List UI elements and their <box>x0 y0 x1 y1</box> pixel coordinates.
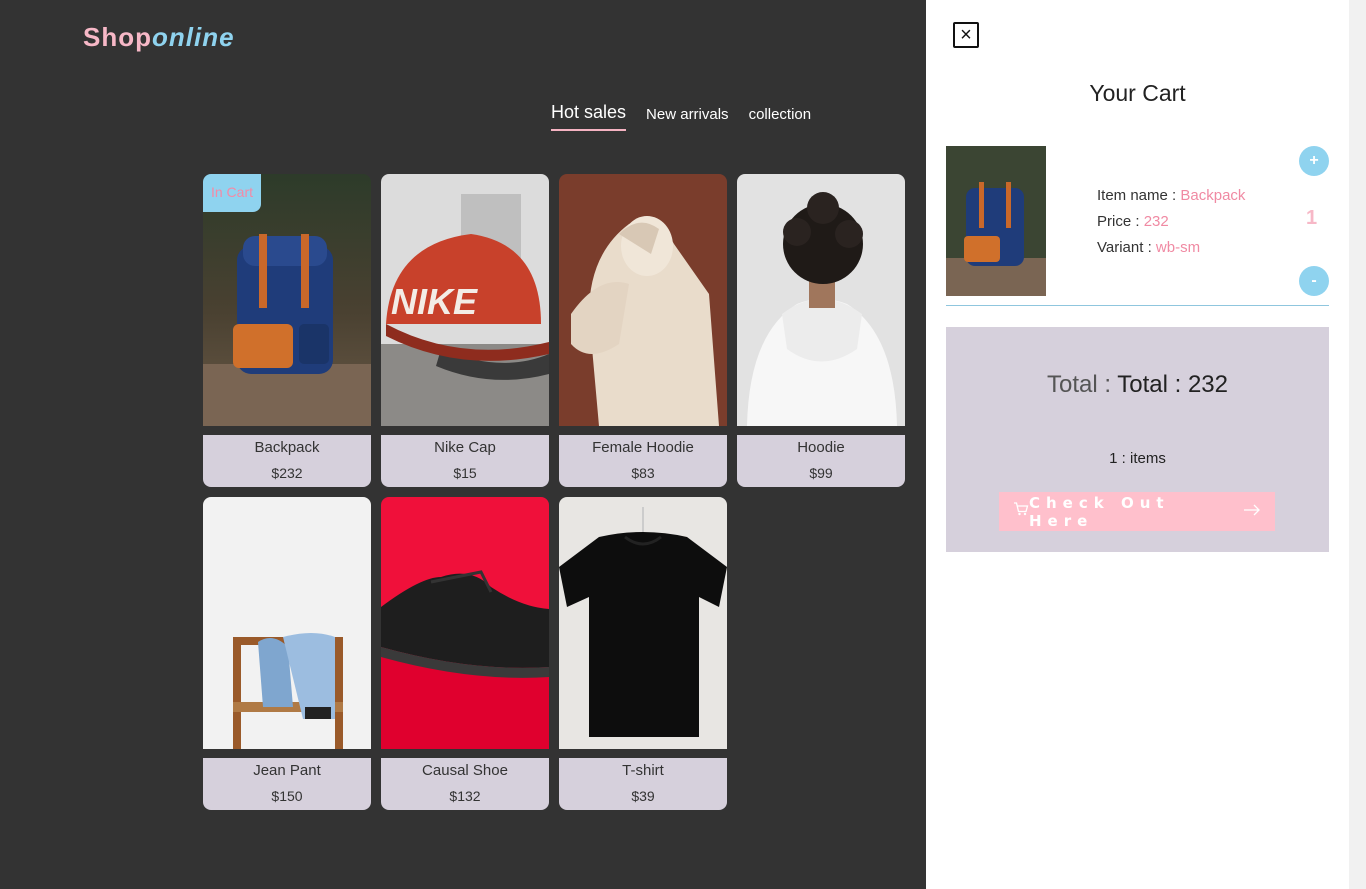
product-name: T-shirt <box>622 762 664 779</box>
cart-item-price-row: Price : 232 <box>1097 209 1245 235</box>
product-image <box>559 497 727 749</box>
cart-icon <box>1013 501 1029 522</box>
cart-item-image <box>946 146 1046 296</box>
product-info: Jean Pant $150 <box>203 758 371 810</box>
product-price: $232 <box>271 465 303 481</box>
product-name: Jean Pant <box>253 762 321 779</box>
divider <box>946 305 1329 306</box>
cart-item-details: Item name : Backpack Price : 232 Variant… <box>1097 183 1245 261</box>
total-value: Total : 232 <box>1117 371 1228 398</box>
product-price: $132 <box>449 788 481 804</box>
product-price: $99 <box>809 465 833 481</box>
cart-item-name-row: Item name : Backpack <box>1097 183 1245 209</box>
product-image <box>737 174 905 426</box>
scrollbar[interactable] <box>1349 0 1366 889</box>
cart-title: Your Cart <box>1089 80 1186 106</box>
product-image: NIKE <box>381 174 549 426</box>
product-card-jean-pant[interactable]: Jean Pant $150 <box>203 497 371 810</box>
checkout-label: Check Out Here <box>1029 493 1170 530</box>
product-card-t-shirt[interactable]: T-shirt $39 <box>559 497 727 810</box>
product-price: $150 <box>271 788 303 804</box>
svg-text:NIKE: NIKE <box>391 281 478 322</box>
category-tabs: Hot sales New arrivals collection <box>551 102 811 131</box>
product-name: Hoodie <box>797 439 845 456</box>
checkout-button[interactable]: Check Out Here <box>999 492 1275 531</box>
product-info: Hoodie $99 <box>737 435 905 487</box>
cart-panel: × Your Cart Item name : Backpack Price :… <box>926 0 1349 889</box>
product-image <box>203 497 371 749</box>
product-info: T-shirt $39 <box>559 758 727 810</box>
close-icon[interactable]: × <box>953 22 979 48</box>
variant-value: wb-sm <box>1155 239 1201 256</box>
product-info: Female Hoodie $83 <box>559 435 727 487</box>
product-card-nike-cap[interactable]: NIKE Nike Cap $15 <box>381 174 549 487</box>
product-card-hoodie[interactable]: Hoodie $99 <box>737 174 905 487</box>
product-price: $83 <box>631 465 655 481</box>
price-value: 232 <box>1143 213 1169 230</box>
item-name-label: Item name : <box>1097 187 1181 204</box>
product-card-causal-shoe[interactable]: Causal Shoe $132 <box>381 497 549 810</box>
tab-collection[interactable]: collection <box>749 102 812 123</box>
item-name-value: Backpack <box>1180 187 1246 204</box>
product-info: Backpack $232 <box>203 435 371 487</box>
product-name: Nike Cap <box>434 439 496 456</box>
logo-online: online <box>152 22 235 52</box>
items-count: 1 : items <box>1109 450 1166 467</box>
product-price: $15 <box>453 465 477 481</box>
logo[interactable]: Shoponline <box>83 22 235 53</box>
product-name: Female Hoodie <box>592 439 694 456</box>
product-info: Causal Shoe $132 <box>381 758 549 810</box>
quantity-value: 1 <box>1306 207 1318 229</box>
decrease-quantity-button[interactable]: - <box>1299 266 1329 296</box>
price-label: Price : <box>1097 213 1144 230</box>
increase-quantity-button[interactable]: + <box>1299 146 1329 176</box>
cart-total: Total : Total : 232 <box>946 371 1329 399</box>
cart-item-variant-row: Variant : wb-sm <box>1097 235 1245 261</box>
cart-summary: Total : Total : 232 1 : items Check Out … <box>946 327 1329 552</box>
tab-hot-sales[interactable]: Hot sales <box>551 102 627 131</box>
product-image <box>381 497 549 749</box>
variant-label: Variant : <box>1097 239 1156 256</box>
product-price: $39 <box>631 788 655 804</box>
product-card-backpack[interactable]: In Cart Backpack $232 <box>203 174 371 487</box>
product-info: Nike Cap $15 <box>381 435 549 487</box>
product-name: Causal Shoe <box>422 762 508 779</box>
product-image <box>559 174 727 426</box>
product-name: Backpack <box>254 439 320 456</box>
logo-shop: Shop <box>83 22 152 52</box>
total-label: Total : <box>1046 371 1118 398</box>
product-card-female-hoodie[interactable]: Female Hoodie $83 <box>559 174 727 487</box>
in-cart-badge: In Cart <box>203 174 261 212</box>
tab-new-arrivals[interactable]: New arrivals <box>646 102 729 123</box>
arrow-right-icon <box>1243 503 1261 521</box>
